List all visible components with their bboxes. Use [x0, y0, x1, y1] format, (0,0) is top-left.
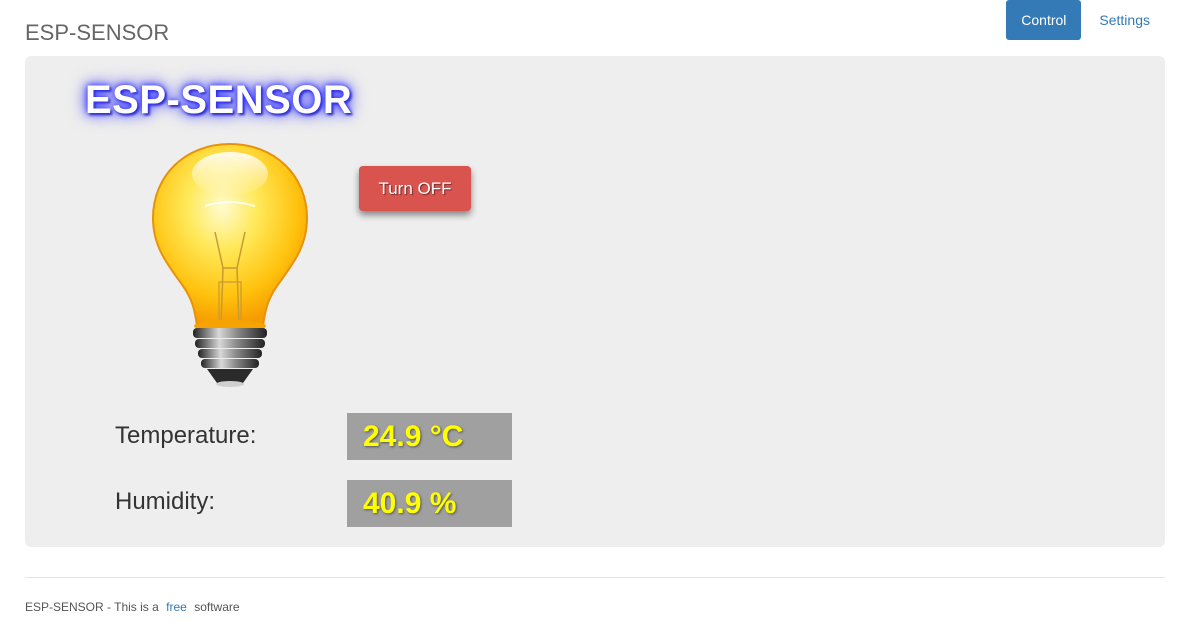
humidity-value: 40.9 % — [347, 480, 512, 527]
control-panel: ESP-SENSOR Turn OFF Temperature: 24.9 °C… — [25, 56, 1165, 547]
brand-title[interactable]: ESP-SENSOR — [25, 20, 169, 46]
temperature-value: 24.9 °C — [347, 413, 512, 460]
footer-divider — [25, 577, 1165, 578]
footer-text-suffix: software — [194, 600, 240, 614]
footer-text-prefix: ESP-SENSOR - This is a — [25, 600, 159, 614]
footer: ESP-SENSOR - This is a free software — [25, 600, 240, 614]
nav-settings[interactable]: Settings — [1084, 0, 1165, 40]
light-bulb-icon — [151, 142, 309, 387]
nav-control[interactable]: Control — [1006, 0, 1082, 40]
nav-menu: Control Settings — [1006, 0, 1165, 40]
turn-off-button[interactable]: Turn OFF — [359, 166, 471, 211]
humidity-label: Humidity: — [115, 488, 216, 515]
free-link[interactable]: free — [166, 600, 187, 614]
temperature-label: Temperature: — [115, 422, 257, 449]
top-navbar: ESP-SENSOR Control Settings — [0, 0, 1190, 56]
hero-title: ESP-SENSOR — [85, 78, 353, 122]
